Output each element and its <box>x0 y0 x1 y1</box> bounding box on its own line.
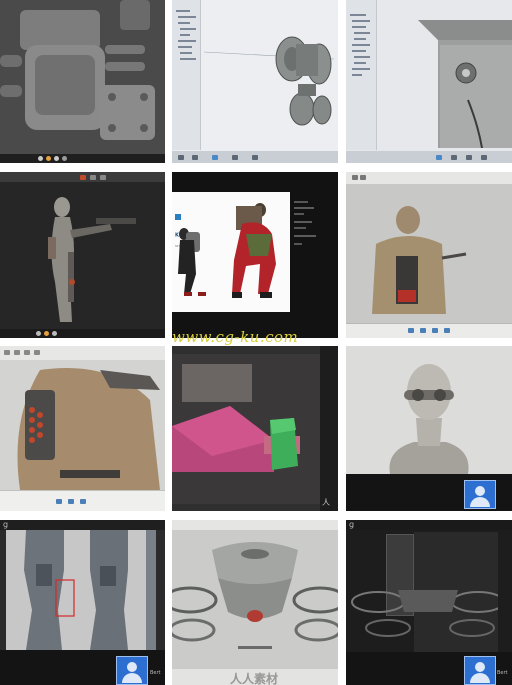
drone-render-viewport <box>351 532 498 652</box>
mech-viewport <box>204 36 334 126</box>
concept-characters <box>178 203 276 298</box>
timeline-bar <box>346 323 512 338</box>
menu-bar <box>0 172 165 182</box>
menu-bar: g <box>0 520 165 530</box>
thumbnail-mech-part[interactable] <box>172 0 338 163</box>
thumbnail-drone-render[interactable]: g Bert <box>346 520 512 685</box>
participant-avatar[interactable] <box>464 656 496 685</box>
keyframe-icon[interactable] <box>232 155 238 160</box>
brush-icon[interactable] <box>46 156 51 161</box>
handwritten-notes <box>294 201 316 245</box>
app-logo: g <box>349 520 355 529</box>
menu-icon[interactable] <box>360 175 366 180</box>
timeline-bar <box>346 151 512 163</box>
menu-bar: g <box>346 520 512 530</box>
thumbnail-figure-with-gun[interactable] <box>0 172 165 338</box>
brush-icon[interactable] <box>62 156 67 161</box>
brand-watermark: 人人素材 <box>230 672 279 685</box>
thumbnail-blockout[interactable]: 人 <box>172 346 338 511</box>
participant-avatar[interactable] <box>116 656 148 685</box>
keyframe-icon[interactable] <box>192 155 198 160</box>
menu-icon[interactable] <box>100 175 106 180</box>
tool-icon[interactable] <box>68 499 74 504</box>
keyframe-icon[interactable] <box>481 155 487 160</box>
zbrush-shelf <box>0 329 165 338</box>
tool-icon[interactable] <box>56 499 62 504</box>
site-watermark: www.cg-ku.com <box>172 328 299 346</box>
menu-bar <box>172 520 338 530</box>
keyframe-icon[interactable] <box>466 155 472 160</box>
drone-viewport <box>172 530 338 670</box>
brush-icon[interactable] <box>36 331 41 336</box>
brush-icon[interactable] <box>38 156 43 161</box>
thumbnail-leg-armor[interactable]: g Bert <box>0 520 165 685</box>
participant-avatar[interactable] <box>464 480 496 509</box>
menu-icon[interactable] <box>14 350 20 355</box>
keyframe-icon[interactable] <box>436 155 442 160</box>
menu-icon[interactable] <box>24 350 30 355</box>
sculpt-viewport <box>0 0 165 155</box>
thumbnail-torso-back[interactable] <box>346 172 512 338</box>
tool-icon[interactable] <box>444 328 450 333</box>
person-icon <box>475 486 485 496</box>
menu-icon[interactable] <box>80 175 86 180</box>
tool-icon[interactable] <box>420 328 426 333</box>
thumbnail-housing-closeup[interactable] <box>346 0 512 163</box>
participant-name: Bert <box>497 670 508 676</box>
person-icon <box>127 662 137 672</box>
menu-icon[interactable] <box>352 175 358 180</box>
zbrush-shelf <box>0 154 165 163</box>
thumbnail-drone-front[interactable]: 人人素材 <box>172 520 338 685</box>
browser-tree <box>176 10 196 60</box>
person-icon <box>475 662 485 672</box>
tool-icon[interactable] <box>408 328 414 333</box>
menu-bar <box>0 346 165 361</box>
tool-icon[interactable] <box>80 499 86 504</box>
blockout-viewport <box>172 354 320 504</box>
keyframe-icon[interactable] <box>212 155 218 160</box>
tool-icon[interactable] <box>432 328 438 333</box>
thumbnail-sculpt-closeup[interactable] <box>0 0 165 163</box>
housing-viewport <box>418 20 512 148</box>
viewport-nav-icon[interactable]: 人 <box>322 497 336 507</box>
torso-viewport <box>346 184 512 324</box>
thumbnail-head-goggles[interactable] <box>346 346 512 511</box>
app-logo: g <box>3 520 9 529</box>
participant-name: Bert <box>150 670 161 676</box>
menu-icon[interactable] <box>90 175 96 180</box>
play-icon[interactable] <box>178 155 184 160</box>
browser-tree <box>350 14 370 76</box>
keyframe-icon[interactable] <box>451 155 457 160</box>
leg-viewport <box>6 530 156 650</box>
brush-icon[interactable] <box>54 156 59 161</box>
brush-icon[interactable] <box>44 331 49 336</box>
timeline-bar <box>0 490 165 511</box>
right-tool-panel <box>320 346 338 511</box>
thumbnail-concept-art[interactable]: KITBOX STUDIOS <box>172 172 338 338</box>
brush-icon[interactable] <box>52 331 57 336</box>
thumbnail-torso-side[interactable] <box>0 346 165 511</box>
torso-side-viewport <box>0 360 165 490</box>
head-viewport <box>346 346 512 474</box>
timeline-bar <box>172 151 338 163</box>
menu-icon[interactable] <box>34 350 40 355</box>
keyframe-icon[interactable] <box>252 155 258 160</box>
figure-viewport <box>0 182 165 327</box>
menu-icon[interactable] <box>4 350 10 355</box>
